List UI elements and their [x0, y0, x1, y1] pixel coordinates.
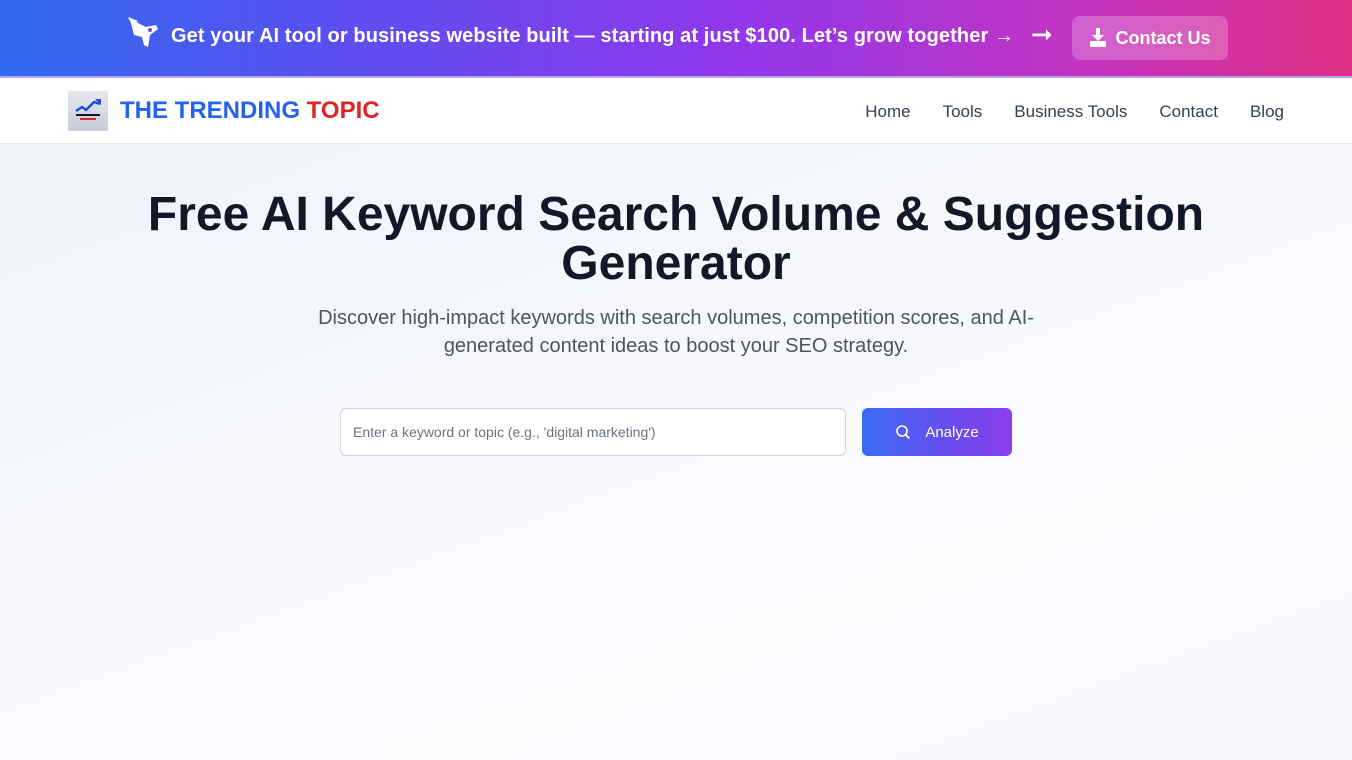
site-logo-text[interactable]: THE TRENDING TOPIC: [120, 97, 380, 125]
page-title: Free AI Keyword Search Volume & Suggesti…: [147, 188, 1205, 290]
nav-contact[interactable]: Contact: [1159, 102, 1218, 122]
analyze-button[interactable]: Analyze: [862, 408, 1012, 456]
contact-us-label: Contact Us: [1115, 27, 1211, 48]
nav-business-tools[interactable]: Business Tools: [1014, 102, 1127, 122]
arrow-right-icon: ➞: [1031, 19, 1053, 49]
rocket-icon: [128, 17, 158, 47]
promo-text[interactable]: Get your AI tool or business website bui…: [171, 25, 1014, 48]
main-nav: Home Tools Business Tools Contact Blog: [865, 102, 1284, 122]
nav-blog[interactable]: Blog: [1250, 102, 1284, 122]
nav-tools[interactable]: Tools: [943, 102, 983, 122]
hero-section: Free AI Keyword Search Volume & Suggesti…: [0, 144, 1352, 760]
logo-chart-icon: [75, 99, 101, 120]
site-header: THE TRENDING TOPIC Home Tools Business T…: [0, 78, 1352, 144]
keyword-search-input[interactable]: [340, 408, 846, 456]
logo-text-red: TOPIC: [306, 97, 380, 124]
contact-us-button[interactable]: Contact Us: [1072, 16, 1228, 60]
promo-banner: Get your AI tool or business website bui…: [0, 0, 1352, 78]
analyze-label: Analyze: [925, 423, 979, 441]
search-icon: [896, 425, 911, 439]
promo-inner: Get your AI tool or business website bui…: [0, 0, 1352, 77]
site-logo[interactable]: [68, 91, 108, 131]
nav-home[interactable]: Home: [865, 102, 910, 122]
download-icon: [1090, 28, 1107, 47]
logo-text-blue: THE TRENDING: [120, 97, 300, 124]
hero-subtitle: Discover high-impact keywords with searc…: [318, 307, 1034, 357]
